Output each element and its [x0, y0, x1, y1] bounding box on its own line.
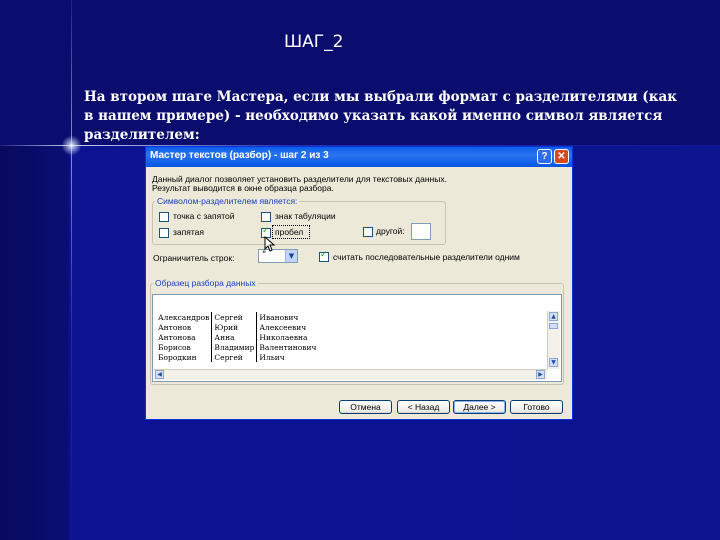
text-qualifier-label: Ограничитель строк: — [153, 253, 235, 263]
table-cell: Юрий — [211, 322, 257, 332]
tab-checkbox[interactable] — [261, 212, 271, 222]
preview-horizontal-scrollbar[interactable]: ◀ ▶ — [154, 369, 547, 380]
help-button[interactable]: ? — [537, 149, 552, 164]
table-row: Александров Сергей Иванович — [156, 312, 319, 322]
table-cell: Борисов — [158, 342, 191, 352]
semicolon-checkbox[interactable] — [159, 212, 169, 222]
scroll-right-icon[interactable]: ▶ — [536, 370, 545, 379]
table-cell: Валентинович — [256, 342, 319, 352]
other-label: другой: — [376, 226, 405, 236]
delimiters-group-label: Символом-разделителем является: — [155, 196, 300, 206]
dialog-title: Мастер текстов (разбор) - шаг 2 из 3 — [150, 150, 329, 161]
table-cell: Владимир — [211, 342, 257, 352]
table-cell: Иванович — [256, 312, 319, 322]
table-row: Антонова Анна Николаевна — [156, 332, 319, 342]
text-import-wizard-dialog: Мастер текстов (разбор) - шаг 2 из 3 ? ✕… — [145, 146, 573, 420]
chevron-down-icon[interactable]: ▼ — [285, 250, 297, 262]
comma-label: запятая — [173, 227, 204, 237]
tab-label: знак табуляции — [275, 211, 336, 221]
preview-pane[interactable]: Александров Сергей Иванович Антонов Юрий… — [152, 294, 562, 382]
table-cell: Александров — [158, 312, 210, 322]
scroll-left-icon[interactable]: ◀ — [155, 370, 164, 379]
scroll-down-icon[interactable]: ▼ — [549, 358, 558, 367]
back-button[interactable]: < Назад — [397, 400, 450, 414]
preview-table: Александров Сергей Иванович Антонов Юрий… — [156, 312, 319, 362]
comma-checkbox[interactable] — [159, 228, 169, 238]
semicolon-label: точка с запятой — [173, 211, 235, 221]
table-cell: Антонова — [158, 332, 196, 342]
table-cell: Анна — [211, 332, 257, 342]
table-cell: Николаевна — [256, 332, 319, 342]
close-button[interactable]: ✕ — [554, 149, 569, 164]
next-button[interactable]: Далее > — [453, 400, 506, 414]
finish-button[interactable]: Готово — [510, 400, 563, 414]
consecutive-delimiters-checkbox[interactable] — [319, 250, 329, 262]
table-cell: Бородкин — [158, 352, 197, 362]
table-row: Борисов Владимир Валентинович — [156, 342, 319, 352]
table-row: Бородкин Сергей Ильич — [156, 352, 319, 362]
other-checkbox[interactable] — [363, 227, 373, 237]
preview-vertical-scrollbar[interactable]: ▲ ▼ — [547, 311, 560, 369]
dialog-titlebar: Мастер текстов (разбор) - шаг 2 из 3 ? ✕ — [146, 147, 572, 167]
table-cell: Алексеевич — [256, 322, 319, 332]
other-delimiter-input[interactable] — [411, 223, 431, 240]
table-cell: Ильич — [256, 352, 319, 362]
sparkle-star — [61, 135, 82, 156]
mouse-cursor-icon — [264, 236, 276, 252]
consecutive-delimiters-label: считать последовательные разделители одн… — [333, 252, 520, 262]
dialog-description-line2: Результат выводится в окне образца разбо… — [152, 183, 334, 193]
preview-group-label: Образец разбора данных — [153, 278, 258, 288]
sparkle-vertical-line — [71, 0, 72, 540]
cancel-button[interactable]: Отмена — [339, 400, 392, 414]
slide-body-text: На втором шаге Мастера, если мы выбрали … — [84, 89, 677, 143]
table-cell: Антонов — [158, 322, 192, 332]
scroll-thumb[interactable] — [549, 323, 558, 329]
preview-group: Образец разбора данных Александров Серге… — [150, 278, 564, 385]
table-cell: Сергей — [211, 352, 257, 362]
delimiters-group: Символом-разделителем является: точка с … — [152, 196, 446, 245]
slide-title: ШАГ_2 — [284, 32, 344, 52]
table-row: Антонов Юрий Алексеевич — [156, 322, 319, 332]
scroll-up-icon[interactable]: ▲ — [549, 312, 558, 321]
space-label: пробел — [275, 227, 304, 237]
table-cell: Сергей — [211, 312, 257, 322]
